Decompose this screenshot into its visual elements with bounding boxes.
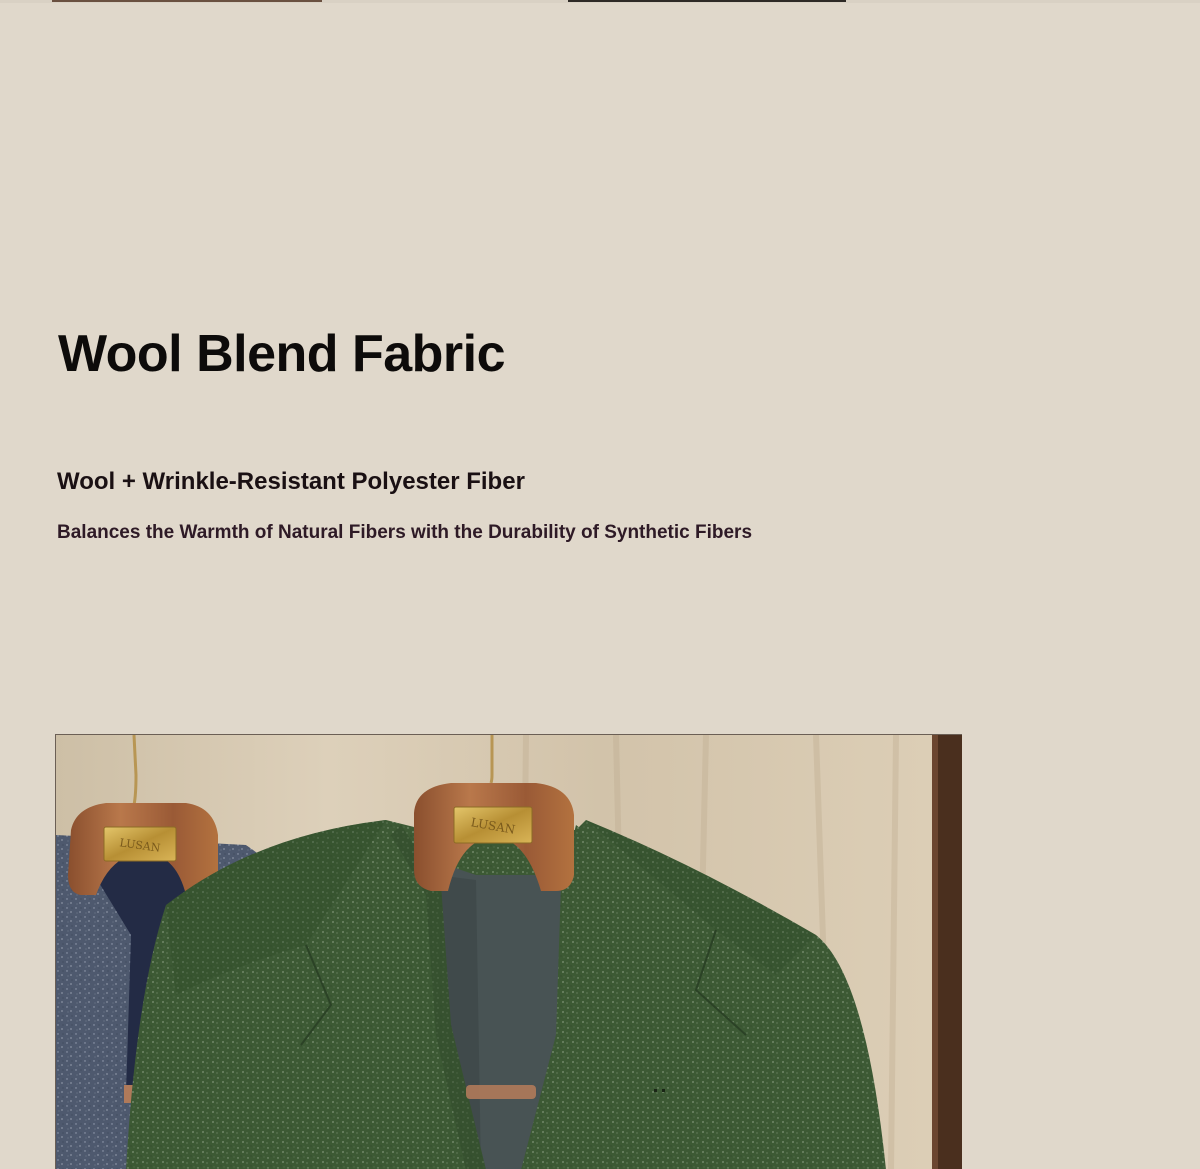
top-image-edge — [0, 0, 1200, 3]
fabric-composition: Wool + Wrinkle-Resistant Polyester Fiber — [57, 468, 525, 495]
product-photo: LUSAN LUSAN — [55, 734, 962, 1169]
page-title: Wool Blend Fabric — [58, 325, 506, 383]
top-image-edge-left — [52, 0, 322, 2]
fabric-description: Balances the Warmth of Natural Fibers wi… — [57, 522, 753, 543]
jackets-on-hangers-illustration: LUSAN LUSAN — [56, 735, 962, 1169]
top-image-edge-right — [568, 0, 846, 2]
